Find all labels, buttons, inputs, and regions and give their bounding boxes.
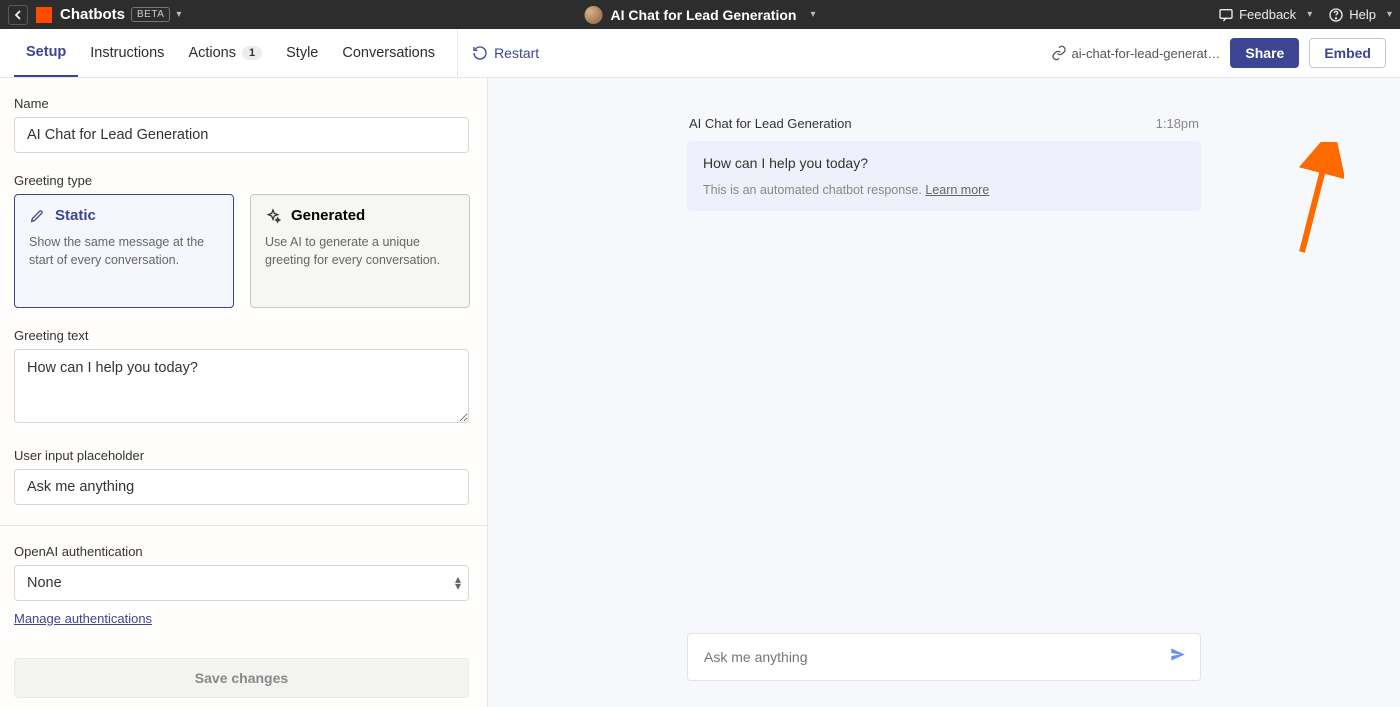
chat-bubble: How can I help you today? This is an aut… (687, 141, 1201, 211)
page-title-wrap[interactable]: AI Chat for Lead Generation ▾ (585, 6, 816, 24)
annotation-arrow (1284, 142, 1344, 262)
manage-auth-link[interactable]: Manage authentications (14, 611, 152, 626)
learn-more-link[interactable]: Learn more (925, 183, 989, 197)
feedback-menu[interactable]: Feedback ▾ (1218, 7, 1312, 23)
tab-bar: Setup Instructions Actions 1 Style Conve… (0, 29, 1400, 78)
card-desc: Show the same message at the start of ev… (29, 234, 219, 269)
chevron-down-icon: ▾ (1307, 9, 1312, 20)
divider (457, 29, 458, 78)
tab-instructions[interactable]: Instructions (78, 29, 176, 77)
tab-label: Actions (188, 45, 236, 61)
setup-panel: Name Greeting type Static Show the same … (0, 78, 488, 707)
chat-greeting: How can I help you today? (703, 155, 1185, 171)
greeting-type-static[interactable]: Static Show the same message at the star… (14, 194, 234, 308)
greeting-text-label: Greeting text (14, 328, 473, 343)
tab-label: Style (286, 45, 318, 61)
beta-badge: BETA (131, 7, 170, 22)
chevron-down-icon: ▾ (810, 9, 815, 20)
feedback-label: Feedback (1239, 7, 1296, 22)
chat-title: AI Chat for Lead Generation (689, 116, 852, 131)
help-label: Help (1349, 7, 1376, 22)
name-label: Name (14, 96, 473, 111)
tab-label: Setup (26, 44, 66, 60)
page-title: AI Chat for Lead Generation (611, 7, 797, 23)
placeholder-field[interactable] (14, 469, 469, 505)
chat-icon (1218, 7, 1234, 23)
help-icon (1328, 7, 1344, 23)
avatar (585, 6, 603, 24)
openai-auth-select[interactable] (14, 565, 469, 601)
zapier-logo (36, 7, 52, 23)
share-button[interactable]: Share (1230, 38, 1299, 68)
greeting-text-field[interactable] (14, 349, 469, 423)
tab-setup[interactable]: Setup (14, 29, 78, 77)
link-icon (1051, 45, 1067, 61)
greeting-type-label: Greeting type (14, 173, 473, 188)
tab-actions[interactable]: Actions 1 (176, 29, 274, 77)
name-field[interactable] (14, 117, 469, 153)
chevron-down-icon: ▾ (1387, 9, 1392, 20)
chat-input[interactable] (687, 633, 1201, 681)
tab-conversations[interactable]: Conversations (330, 29, 447, 77)
save-button[interactable]: Save changes (14, 658, 469, 698)
chat-time: 1:18pm (1156, 116, 1199, 131)
card-desc: Use AI to generate a unique greeting for… (265, 234, 455, 269)
tab-style[interactable]: Style (274, 29, 330, 77)
send-icon[interactable] (1169, 646, 1187, 669)
actions-count-badge: 1 (242, 46, 262, 60)
pencil-icon (29, 208, 45, 224)
arrow-left-icon (10, 7, 26, 23)
greeting-type-generated[interactable]: Generated Use AI to generate a unique gr… (250, 194, 470, 308)
tab-label: Conversations (342, 45, 435, 61)
top-bar: Chatbots BETA ▾ AI Chat for Lead Generat… (0, 0, 1400, 29)
sparkle-icon (265, 208, 281, 224)
tab-label: Instructions (90, 45, 164, 61)
disclaimer-text: This is an automated chatbot response. (703, 183, 925, 197)
chevron-down-icon[interactable]: ▾ (176, 9, 181, 20)
product-title: Chatbots (60, 6, 125, 23)
slug-text: ai-chat-for-lead-generat… (1072, 46, 1221, 61)
bot-url-slug[interactable]: ai-chat-for-lead-generat… (1051, 45, 1221, 61)
back-button[interactable] (8, 5, 28, 25)
openai-label: OpenAI authentication (14, 544, 473, 559)
restart-button[interactable]: Restart (464, 45, 547, 61)
divider (0, 525, 487, 526)
help-menu[interactable]: Help ▾ (1328, 7, 1392, 23)
chat-preview-panel: AI Chat for Lead Generation 1:18pm How c… (488, 78, 1400, 707)
restart-label: Restart (494, 45, 539, 61)
placeholder-label: User input placeholder (14, 448, 473, 463)
card-title: Static (55, 207, 96, 224)
card-title: Generated (291, 207, 365, 224)
chat-disclaimer: This is an automated chatbot response. L… (703, 183, 1185, 197)
restart-icon (472, 45, 488, 61)
embed-button[interactable]: Embed (1309, 38, 1386, 68)
